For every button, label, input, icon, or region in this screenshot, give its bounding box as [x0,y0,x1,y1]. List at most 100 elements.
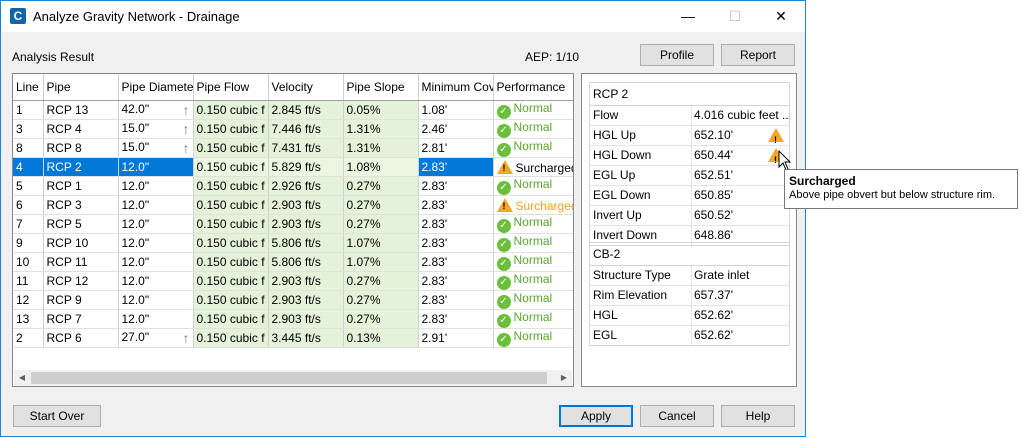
column-header[interactable]: Pipe Flow [193,74,269,101]
diameter-cell: ↑ 15.0" [118,138,194,158]
performance-text: Normal [513,272,553,286]
column-header[interactable]: Pipe [43,74,119,101]
flow-cell: 0.150 cubic f [193,176,269,196]
property-name: HGL [593,308,618,322]
column-header[interactable]: Pipe Diameter [118,74,194,101]
property-value: 657.37' [691,286,790,305]
diameter-cell-text: 12.0" [121,236,150,250]
table-row[interactable]: 3 RCP 4 ↑ 15.0" 0.150 cubic f 7.446 ft/s 1.31%… [13,119,573,139]
performance-text: Normal [513,101,553,115]
table-row[interactable]: 8 RCP 8 ↑ 15.0" 0.150 cubic f 7.431 ft/s 1.31%… [13,138,573,158]
profile-button[interactable]: Profile [640,44,714,66]
report-button[interactable]: Report [721,44,795,66]
line-cell: 8 [13,138,44,158]
line-cell-text: 12 [16,293,30,307]
flow-cell-text: 0.150 cubic f [196,274,265,288]
diameter-cell-text: 12.0" [121,198,150,212]
slope-cell-text: 1.07% [346,236,381,250]
slope-cell-text: 0.27% [346,179,381,193]
performance-text: Normal [513,234,553,248]
slope-cell-text: 0.13% [346,331,381,345]
cover-cell-text: 2.83' [421,179,448,193]
table-row[interactable]: 9 RCP 10 12.0" 0.150 cubic f 5.806 ft/s 1.07%… [13,233,573,253]
warning-triangle-icon[interactable]: ! [768,128,784,145]
table-row[interactable]: 7 RCP 5 12.0" 0.150 cubic f 2.903 ft/s 0.27% 2… [13,214,573,234]
line-cell-text: 1 [16,103,23,117]
structure-properties-table: CB-2 Structure Type Grate inlet Rim Elevat… [589,242,790,346]
pipe-properties-header: RCP 2 [590,83,789,106]
slope-cell-text: 0.27% [346,217,381,231]
tooltip: Surcharged Above pipe obvert but below s… [784,169,1018,209]
pipe-cell-text: RCP 12 [46,274,89,288]
cover-cell: 1.08' [418,100,494,120]
performance-cell: ✓ Normal [493,176,573,196]
velocity-cell: 2.903 ft/s [268,214,344,234]
velocity-cell-text: 2.903 ft/s [271,198,321,212]
results-grid[interactable]: Line Pipe Pipe Diameter Pipe Flow Velocity Pi… [12,73,574,387]
pipe-cell: RCP 11 [43,252,119,272]
column-header[interactable]: Performance [493,74,573,101]
cover-cell-text: 2.83' [421,255,448,269]
velocity-cell-text: 2.903 ft/s [271,217,321,231]
check-circle-icon: ✓ [496,219,511,233]
diameter-cell: 12.0" [118,233,194,253]
dialog-window: C Analyze Gravity Network - Drainage — ☐… [0,0,806,437]
pipe-cell: RCP 10 [43,233,119,253]
table-row[interactable]: 11 RCP 12 12.0" 0.150 cubic f 2.903 ft/s 0.27… [13,271,573,291]
title-bar: C Analyze Gravity Network - Drainage — ☐… [1,1,805,32]
slope-cell-text: 0.27% [346,312,381,326]
column-header[interactable]: Minimum Cover [418,74,494,101]
pipe-cell-text: RCP 11 [46,255,88,269]
performance-cell: ✓ Normal [493,290,573,310]
horizontal-scrollbar[interactable]: ◀ ▶ [14,370,572,386]
apply-button[interactable]: Apply [559,405,633,427]
flow-cell-text: 0.150 cubic f [196,198,265,212]
property-name: EGL Up [593,168,636,182]
table-row[interactable]: 13 RCP 7 12.0" 0.150 cubic f 2.903 ft/s 0.27%… [13,309,573,329]
line-cell-text: 8 [16,141,23,155]
scroll-right-icon[interactable]: ▶ [556,370,572,386]
table-row[interactable]: 12 RCP 9 12.0" 0.150 cubic f 2.903 ft/s 0.27%… [13,290,573,310]
table-row[interactable]: 10 RCP 11 12.0" 0.150 cubic f 5.806 ft/s 1.07… [13,252,573,272]
flow-cell: 0.150 cubic f [193,233,269,253]
slope-cell: 0.27% [343,214,419,234]
pipe-cell-text: RCP 1 [46,179,82,193]
line-cell: 1 [13,100,44,120]
pipe-cell: RCP 6 [43,328,119,348]
close-button[interactable]: ✕ [758,1,804,32]
check-circle-icon: ✓ [496,295,511,309]
check-circle-icon: ✓ [496,143,511,157]
column-header[interactable]: Line [13,74,44,101]
column-header[interactable]: Pipe Slope [343,74,419,101]
maximize-button[interactable]: ☐ [712,1,758,32]
cancel-button[interactable]: Cancel [640,405,714,427]
table-row[interactable]: 1 RCP 13 ↑ 42.0" 0.150 cubic f 2.845 ft/s 0.05… [13,100,573,120]
table-row[interactable]: 5 RCP 1 12.0" 0.150 cubic f 2.926 ft/s 0.27% 2… [13,176,573,196]
performance-cell: ✓ Normal [493,214,573,234]
slope-cell-text: 0.27% [346,293,381,307]
cover-cell-text: 2.83' [421,217,448,231]
property-row: HGL Up 652.10'! [590,126,789,146]
start-over-button[interactable]: Start Over [13,405,101,427]
pipe-cell: RCP 9 [43,290,119,310]
flow-cell: 0.150 cubic f [193,271,269,291]
cover-cell: 2.83' [418,233,494,253]
help-button[interactable]: Help [721,405,795,427]
results-table: Line Pipe Pipe Diameter Pipe Flow Velocity Pi… [13,74,573,348]
cover-cell: 2.83' [418,271,494,291]
scrollbar-thumb[interactable] [31,372,547,384]
property-name: Structure Type [593,268,671,282]
line-cell-text: 10 [16,255,30,269]
minimize-button[interactable]: — [665,1,711,32]
performance-text: Normal [513,329,553,343]
warning-triangle-icon: ! [496,159,513,174]
column-header[interactable]: Velocity [268,74,344,101]
line-cell-text: 2 [16,331,23,345]
velocity-cell: 2.903 ft/s [268,309,344,329]
table-row[interactable]: 4 RCP 2 12.0" 0.150 cubic f 5.829 ft/s 1.08% 2… [13,157,573,177]
performance-text: Normal [513,310,553,324]
table-row[interactable]: 2 RCP 6 ↑ 27.0" 0.150 cubic f 3.445 ft/s 0.13%… [13,328,573,348]
table-row[interactable]: 6 RCP 3 12.0" 0.150 cubic f 2.903 ft/s 0.27% 2… [13,195,573,215]
scroll-left-icon[interactable]: ◀ [14,370,30,386]
property-row: Structure Type Grate inlet [590,266,789,286]
